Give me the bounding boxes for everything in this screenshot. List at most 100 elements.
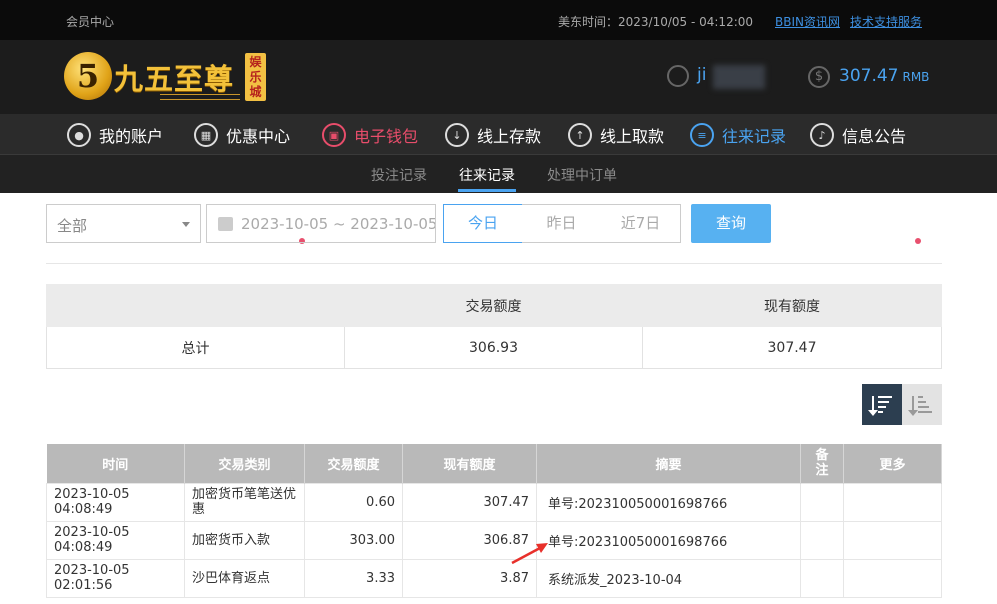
nav-online-deposit[interactable]: ↓ 线上存款 <box>445 122 541 148</box>
site-logo[interactable]: 5 九五至尊 娱乐城 <box>64 50 274 106</box>
summary-table: 交易额度 现有额度 总计 306.93 307.47 <box>46 284 942 369</box>
logo-text: 九五至尊 <box>114 62 235 96</box>
cell-more[interactable] <box>843 520 942 560</box>
cell-remark <box>800 558 844 598</box>
sort-desc-icon <box>868 395 878 416</box>
logo-tag: 娱乐城 <box>245 53 266 101</box>
tab-pending-orders[interactable]: 处理中订单 <box>547 165 617 185</box>
date-range-value: 2023-10-05 ~ 2023-10-05 <box>241 215 436 233</box>
balance-unit: RMB <box>902 70 930 84</box>
logo-mark: 5 <box>64 52 112 100</box>
col-remark: 备注 <box>800 444 844 483</box>
cell-time: 2023-10-05 04:08:49 <box>46 482 185 522</box>
nav-promotions[interactable]: ▦ 优惠中心 <box>194 122 290 148</box>
user-avatar-icon <box>667 65 689 87</box>
summary-header-amount: 交易额度 <box>344 284 643 327</box>
active-tab-indicator <box>458 189 516 192</box>
cell-summary: 单号:202310050001698766 <box>536 520 801 560</box>
sort-bars <box>878 396 892 413</box>
withdraw-icon: ↑ <box>568 123 592 147</box>
nav-e-wallet[interactable]: ▣ 电子钱包 <box>322 122 418 148</box>
nav-label: 线上存款 <box>477 127 542 146</box>
logo-ornament <box>160 94 240 100</box>
main-nav: ● 我的账户 ▦ 优惠中心 ▣ 电子钱包 ↓ 线上存款 ↑ 线上取款 ≡ 往来记… <box>0 114 997 244</box>
summary-total-balance: 307.47 <box>642 326 942 369</box>
table-row: 2023-10-05 04:08:49 加密货币入款 303.00 306.87… <box>46 520 942 560</box>
record-icon: ≡ <box>690 123 714 147</box>
sort-asc-button[interactable] <box>902 384 942 425</box>
cell-balance: 307.47 <box>402 482 537 522</box>
summary-total-row: 总计 306.93 307.47 <box>46 326 942 369</box>
nav-announcements[interactable]: ♪ 信息公告 <box>810 122 906 148</box>
sort-desc-button[interactable] <box>862 384 902 425</box>
nav-label: 我的账户 <box>99 127 164 146</box>
cell-category: 加密货币入款 <box>184 520 305 560</box>
divider <box>46 263 942 264</box>
cell-remark <box>800 482 844 522</box>
type-select[interactable]: 全部 <box>46 204 201 243</box>
sort-asc-icon <box>908 395 918 416</box>
top-bar: 会员中心 美东时间：2023/10/05 - 04:12:00 BBIN资讯网 … <box>0 0 997 40</box>
col-category: 交易类别 <box>184 444 305 483</box>
summary-header-row: 交易额度 现有额度 <box>46 284 942 327</box>
wallet-icon: ▣ <box>322 123 346 147</box>
cell-category: 加密货币笔笔送优惠 <box>184 482 305 522</box>
cell-remark <box>800 520 844 560</box>
last-7-days-button[interactable]: 近7日 <box>601 204 681 243</box>
col-amount: 交易额度 <box>304 444 403 483</box>
calendar-icon <box>218 217 233 231</box>
announce-notify-dot <box>915 238 921 244</box>
chevron-down-icon <box>182 222 190 227</box>
dollar-icon: $ <box>808 66 830 88</box>
records-header-row: 时间 交易类别 交易额度 现有额度 摘要 备注 更多 <box>46 444 942 483</box>
col-balance: 现有额度 <box>402 444 537 483</box>
cell-category: 沙巴体育返点 <box>184 558 305 598</box>
date-range-input[interactable]: 2023-10-05 ~ 2023-10-05 <box>206 204 436 243</box>
username-redacted <box>713 65 765 89</box>
query-button[interactable]: 查询 <box>691 204 771 243</box>
tab-transactions[interactable]: 往来记录 <box>459 165 515 185</box>
gift-icon: ▦ <box>194 123 218 147</box>
type-select-value: 全部 <box>57 217 88 235</box>
table-row: 2023-10-05 02:01:56 沙巴体育返点 3.33 3.87 系统派… <box>46 558 942 598</box>
nav-online-withdraw[interactable]: ↑ 线上取款 <box>568 122 664 148</box>
summary-total-amount: 306.93 <box>344 326 643 369</box>
cell-more[interactable] <box>843 482 942 522</box>
nav-label: 优惠中心 <box>226 127 291 146</box>
tech-support-link[interactable]: 技术支持服务 <box>850 13 922 30</box>
nav-transaction-records[interactable]: ≡ 往来记录 <box>690 122 786 148</box>
table-row: 2023-10-05 04:08:49 加密货币笔笔送优惠 0.60 307.4… <box>46 482 942 522</box>
annotation-arrow <box>511 543 548 565</box>
nav-label: 往来记录 <box>722 127 787 146</box>
today-button[interactable]: 今日 <box>443 204 523 243</box>
deposit-icon: ↓ <box>445 123 469 147</box>
cell-summary: 单号:202310050001698766 <box>536 482 801 522</box>
user-icon: ● <box>67 123 91 147</box>
col-more: 更多 <box>843 444 942 483</box>
tab-bet-records[interactable]: 投注记录 <box>371 165 427 185</box>
records-table: 时间 交易类别 交易额度 现有额度 摘要 备注 更多 2023-10-05 04… <box>46 444 942 598</box>
cell-more[interactable] <box>843 558 942 598</box>
summary-header-balance: 现有额度 <box>642 284 942 327</box>
header: 5 九五至尊 娱乐城 ji $ 307.47 RMB <box>0 40 997 114</box>
eastern-time: 美东时间：2023/10/05 - 04:12:00 <box>558 15 754 29</box>
summary-header-empty <box>46 284 345 327</box>
balance-display: 307.47 RMB <box>839 66 929 86</box>
cell-amount: 303.00 <box>304 520 403 560</box>
bbin-news-link[interactable]: BBIN资讯网 <box>775 13 840 30</box>
cell-time: 2023-10-05 04:08:49 <box>46 520 185 560</box>
username: ji <box>697 65 707 85</box>
summary-row-label: 总计 <box>46 326 345 369</box>
bell-icon: ♪ <box>810 123 834 147</box>
cell-summary: 系统派发_2023-10-04 <box>536 558 801 598</box>
nav-label: 电子钱包 <box>354 127 419 146</box>
nav-my-account[interactable]: ● 我的账户 <box>67 122 163 148</box>
nav-label: 信息公告 <box>842 127 907 146</box>
sub-nav: 投注记录 往来记录 处理中订单 <box>0 155 997 193</box>
sort-bars <box>918 396 932 413</box>
nav-label: 线上取款 <box>600 127 665 146</box>
cell-amount: 3.33 <box>304 558 403 598</box>
member-center-label: 会员中心 <box>66 15 115 29</box>
yesterday-button[interactable]: 昨日 <box>522 204 602 243</box>
col-time: 时间 <box>46 444 185 483</box>
